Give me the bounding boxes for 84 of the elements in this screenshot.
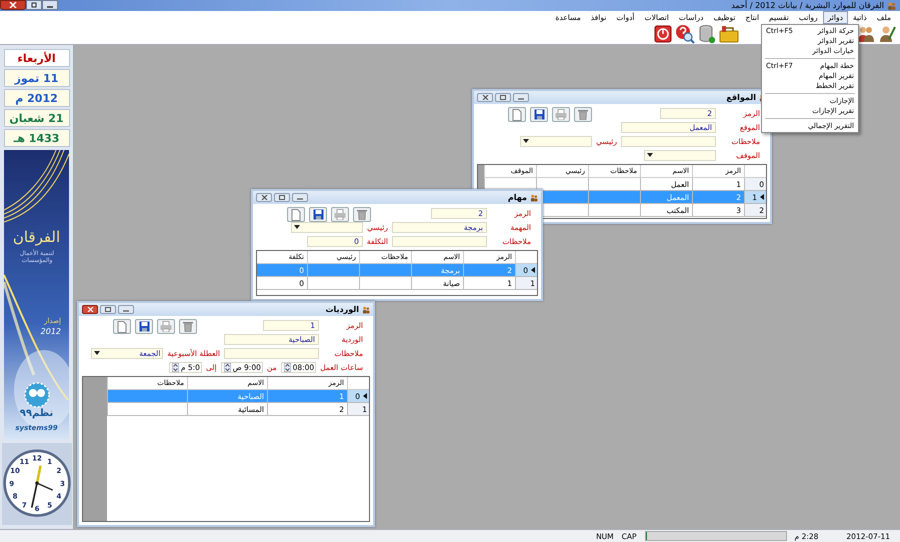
people-icon bbox=[887, 2, 896, 10]
restore-button[interactable] bbox=[26, 0, 42, 10]
minimize-button[interactable] bbox=[42, 0, 58, 10]
restore-button[interactable] bbox=[495, 93, 511, 102]
calendar-cell: 21 شعبان bbox=[4, 109, 70, 127]
corner-cell bbox=[347, 377, 369, 390]
text-field[interactable] bbox=[224, 348, 319, 358]
corner-cell bbox=[744, 165, 766, 178]
window-title: المواقع bbox=[726, 93, 756, 102]
restore-icon bbox=[500, 95, 506, 100]
new-document-button[interactable] bbox=[287, 207, 305, 222]
print-icon bbox=[160, 321, 172, 332]
current-row-icon bbox=[760, 194, 764, 200]
close-button[interactable] bbox=[82, 305, 98, 314]
people-icon bbox=[530, 194, 538, 202]
power-icon[interactable] bbox=[654, 25, 672, 43]
calendar-cell: 1433 هـ bbox=[4, 129, 70, 147]
window-title: الفرقان للموارد البشرية / بيانات 2012 / أحمد bbox=[731, 1, 884, 10]
people-icon[interactable] bbox=[857, 25, 875, 43]
help-icon[interactable] bbox=[675, 24, 695, 44]
close-icon bbox=[260, 195, 268, 200]
toolbox-icon[interactable] bbox=[719, 25, 739, 43]
minimize-button[interactable] bbox=[118, 305, 134, 314]
window-title: مهام bbox=[508, 193, 527, 202]
window-title: الورديات bbox=[325, 305, 359, 314]
minimize-button[interactable] bbox=[292, 193, 308, 202]
calendar-cell: الأربعاء bbox=[4, 49, 70, 67]
document-icon bbox=[291, 208, 301, 220]
new-document-button[interactable] bbox=[113, 319, 131, 334]
restore-button[interactable] bbox=[100, 305, 116, 314]
close-button[interactable] bbox=[477, 93, 493, 102]
calendar-cell: 2012 م bbox=[4, 89, 70, 107]
table-cell bbox=[359, 277, 411, 290]
save-button[interactable] bbox=[309, 207, 327, 222]
delete-button[interactable] bbox=[574, 107, 592, 122]
trash-icon bbox=[183, 321, 193, 332]
save-button[interactable] bbox=[135, 319, 153, 334]
current-row-icon bbox=[363, 393, 367, 399]
restore-button[interactable] bbox=[274, 193, 290, 202]
close-icon bbox=[9, 2, 17, 8]
text-field[interactable] bbox=[621, 136, 716, 146]
table-cell bbox=[307, 264, 359, 277]
brand-name: نظم٩٩ bbox=[18, 408, 54, 419]
current-row-icon bbox=[531, 267, 535, 273]
caret-icon bbox=[523, 139, 530, 143]
restore-icon bbox=[31, 2, 37, 8]
caret-icon bbox=[647, 153, 653, 157]
close-button[interactable] bbox=[0, 0, 26, 10]
person-pen-icon[interactable] bbox=[878, 25, 896, 43]
restore-icon bbox=[279, 195, 285, 200]
document-icon bbox=[117, 320, 127, 332]
trash-icon bbox=[578, 109, 588, 120]
minimize-button[interactable] bbox=[513, 93, 529, 102]
caret-icon bbox=[94, 351, 100, 355]
spin-icon bbox=[224, 362, 231, 372]
calendar-cell: 11 تموز bbox=[4, 69, 70, 87]
restore-icon bbox=[105, 307, 111, 312]
print-icon bbox=[334, 209, 346, 220]
save-icon bbox=[534, 109, 544, 120]
logo-title: الفرقان bbox=[12, 228, 62, 246]
table-cell bbox=[588, 191, 640, 204]
table-cell bbox=[307, 277, 359, 290]
print-icon bbox=[555, 109, 567, 120]
close-icon bbox=[86, 307, 94, 312]
database-icon[interactable] bbox=[698, 24, 716, 44]
spin-icon bbox=[172, 362, 179, 372]
save-icon bbox=[138, 321, 150, 332]
edition-year: 2012 bbox=[40, 327, 61, 336]
save-button[interactable] bbox=[530, 107, 548, 122]
text-field[interactable] bbox=[392, 236, 487, 246]
people-icon bbox=[362, 306, 370, 314]
close-icon bbox=[482, 95, 488, 100]
new-document-button[interactable] bbox=[508, 107, 526, 122]
table-cell bbox=[359, 264, 411, 277]
delete-button[interactable] bbox=[179, 319, 197, 334]
spin-icon bbox=[284, 362, 291, 372]
trash-icon bbox=[357, 209, 367, 220]
save-icon bbox=[312, 209, 324, 220]
close-button[interactable] bbox=[256, 193, 272, 202]
caret-icon bbox=[294, 225, 300, 229]
document-icon bbox=[512, 108, 522, 120]
corner-cell bbox=[515, 251, 537, 264]
table-cell bbox=[588, 178, 640, 191]
delete-button[interactable] bbox=[353, 207, 371, 222]
